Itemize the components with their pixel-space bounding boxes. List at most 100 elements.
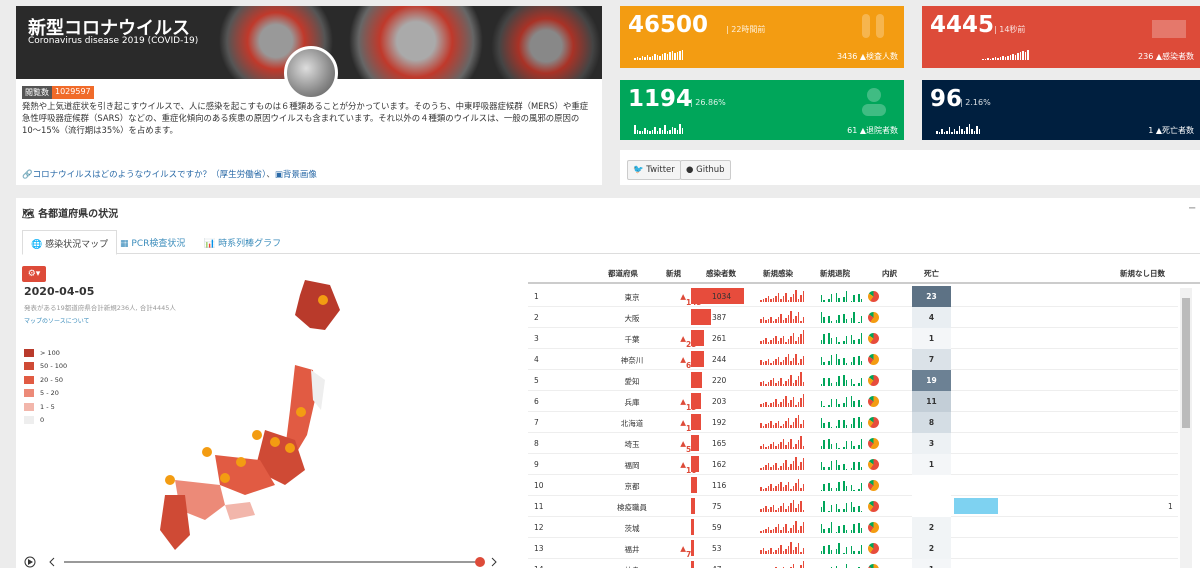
row-deaths: 4 [912,307,951,328]
spark-bar [1007,56,1009,60]
new-cases-sparkline [760,311,804,323]
cases-bar [691,561,694,568]
table-row[interactable]: 8 埼玉 ▲ 5 165 3 [528,433,1178,454]
new-discharge-sparkline [818,311,862,323]
spark-bar [641,131,643,134]
new-discharge-sparkline [818,458,862,470]
spark-bar [669,52,671,60]
spark-bar [963,130,965,134]
row-no-new-days: 1 [1168,502,1173,511]
github-button[interactable]: ● Github [680,160,731,180]
row-rank: 3 [534,334,539,343]
col-new[interactable]: 新規 [666,268,681,279]
infected-updated: | 14秒前 [994,25,1026,34]
spark-bar [634,125,636,134]
row-cases: 192 [712,418,727,427]
row-cases: 59 [712,523,722,532]
row-cases: 116 [712,481,727,490]
infected-footer: 236 ▲感染者数 [1138,52,1194,61]
row-pref: 埼玉 [624,440,640,449]
spark-bar [989,59,991,60]
spark-bar [681,128,683,134]
col-days-without[interactable]: 新規なし日数 [1120,268,1165,279]
spark-bar [982,59,984,60]
settings-button[interactable]: ⚙▾ [22,266,46,282]
table-row[interactable]: 10 京都 116 [528,475,1178,496]
tab-timeseries[interactable]: 📊 時系列棒グラフ [196,230,289,255]
table-scrollbar[interactable] [1180,288,1192,568]
new-discharge-sparkline [818,437,862,449]
table-row[interactable]: 13 福井 ▲ 7 53 2 [528,538,1178,559]
spark-bar [661,54,663,60]
minimize-button[interactable]: − [1188,203,1196,214]
spark-bar [1024,52,1026,60]
col-pref[interactable]: 都道府県 [608,268,638,279]
row-cases: 220 [712,376,727,385]
row-pref: 検疫職員 [617,503,647,512]
table-row[interactable]: 11 検疫職員 75 1 [528,496,1178,517]
spark-bar [978,129,980,134]
timeline-player[interactable] [22,555,502,568]
row-new: ▲13 [680,397,696,412]
table-row[interactable]: 5 愛知 220 19 [528,370,1178,391]
twitter-button[interactable]: 🐦 Twitter [627,160,681,180]
spark-bar [1009,55,1011,60]
table-row[interactable]: 6 兵庫 ▲13 203 11 [528,391,1178,412]
table-row[interactable]: 4 神奈川 ▲ 6 244 7 [528,349,1178,370]
map-source-link[interactable]: マップのソースについて [24,316,90,325]
new-cases-sparkline [760,372,804,386]
table-row[interactable]: 7 北海道 ▲ 1 192 8 [528,412,1178,433]
ambulance-icon [1152,20,1186,38]
discharged-sparkline [634,124,683,134]
tab-infection-map[interactable]: 🌐 感染状況マップ [22,230,118,255]
panel-title: 🗺 各都道府県の状況 [22,209,119,220]
spark-bar [968,124,970,134]
tab-pcr[interactable]: ▦ PCR検査状況 [112,230,193,255]
avatar [284,46,338,100]
table-row[interactable]: 14岐阜471 [528,559,1178,568]
infected-sparkline [982,50,1029,60]
cases-bar [691,351,704,367]
spark-bar [961,129,963,134]
spark-bar [1022,51,1024,60]
breakdown-pie [868,375,879,386]
table-row[interactable]: 9 福岡 ▲16 162 1 [528,454,1178,475]
deaths-rate: | 2.16% [960,98,991,107]
legend-item: 5 - 20 [24,387,67,401]
cases-bar [691,477,697,493]
row-rank: 1 [534,292,539,301]
row-new: ▲25 [680,334,696,349]
twitter-icon: 🐦 [633,165,644,175]
new-cases-sparkline [760,290,804,302]
col-cases[interactable]: 感染者数 [706,268,736,279]
row-deaths [912,475,951,496]
spark-bar [973,130,975,134]
table-row[interactable]: 1 東京 ▲143 1034 23 [528,286,1178,307]
breakdown-pie [868,417,879,428]
table-row[interactable]: 2 大阪 387 4 [528,307,1178,328]
image-icon: ▣ [274,170,283,180]
cases-bar [691,372,703,388]
tested-sparkline [634,50,683,60]
cases-bar [691,498,695,514]
spark-bar [971,129,973,134]
breakdown-pie [868,354,879,365]
japan-map[interactable] [145,270,345,555]
row-pref: 茨城 [624,524,640,533]
row-rank: 12 [534,523,544,532]
spark-bar [946,130,948,134]
new-cases-sparkline [760,329,804,344]
row-deaths: 11 [912,391,951,412]
background-image-link[interactable]: ▣背景画像 [275,170,317,180]
row-deaths: 1 [912,559,951,568]
tested-updated: | 22時間前 [726,25,766,34]
row-cases: 75 [712,502,722,511]
table-row[interactable]: 12 茨城 59 2 [528,517,1178,538]
row-cases: 165 [712,439,727,448]
col-deaths[interactable]: 死亡 [924,268,939,279]
spark-bar [679,51,681,60]
row-cases: 203 [712,397,727,406]
mhlw-link[interactable]: 🔗コロナウイルスはどのようなウイルスですか？（厚生労働省） [22,170,266,180]
prefecture-table: 都道府県 新規 感染者数 新規感染 新規退院 内訳 死亡 新規なし日数 1 東京 ▲… [528,262,1200,568]
table-row[interactable]: 3 千葉 ▲25 261 1 [528,328,1178,349]
